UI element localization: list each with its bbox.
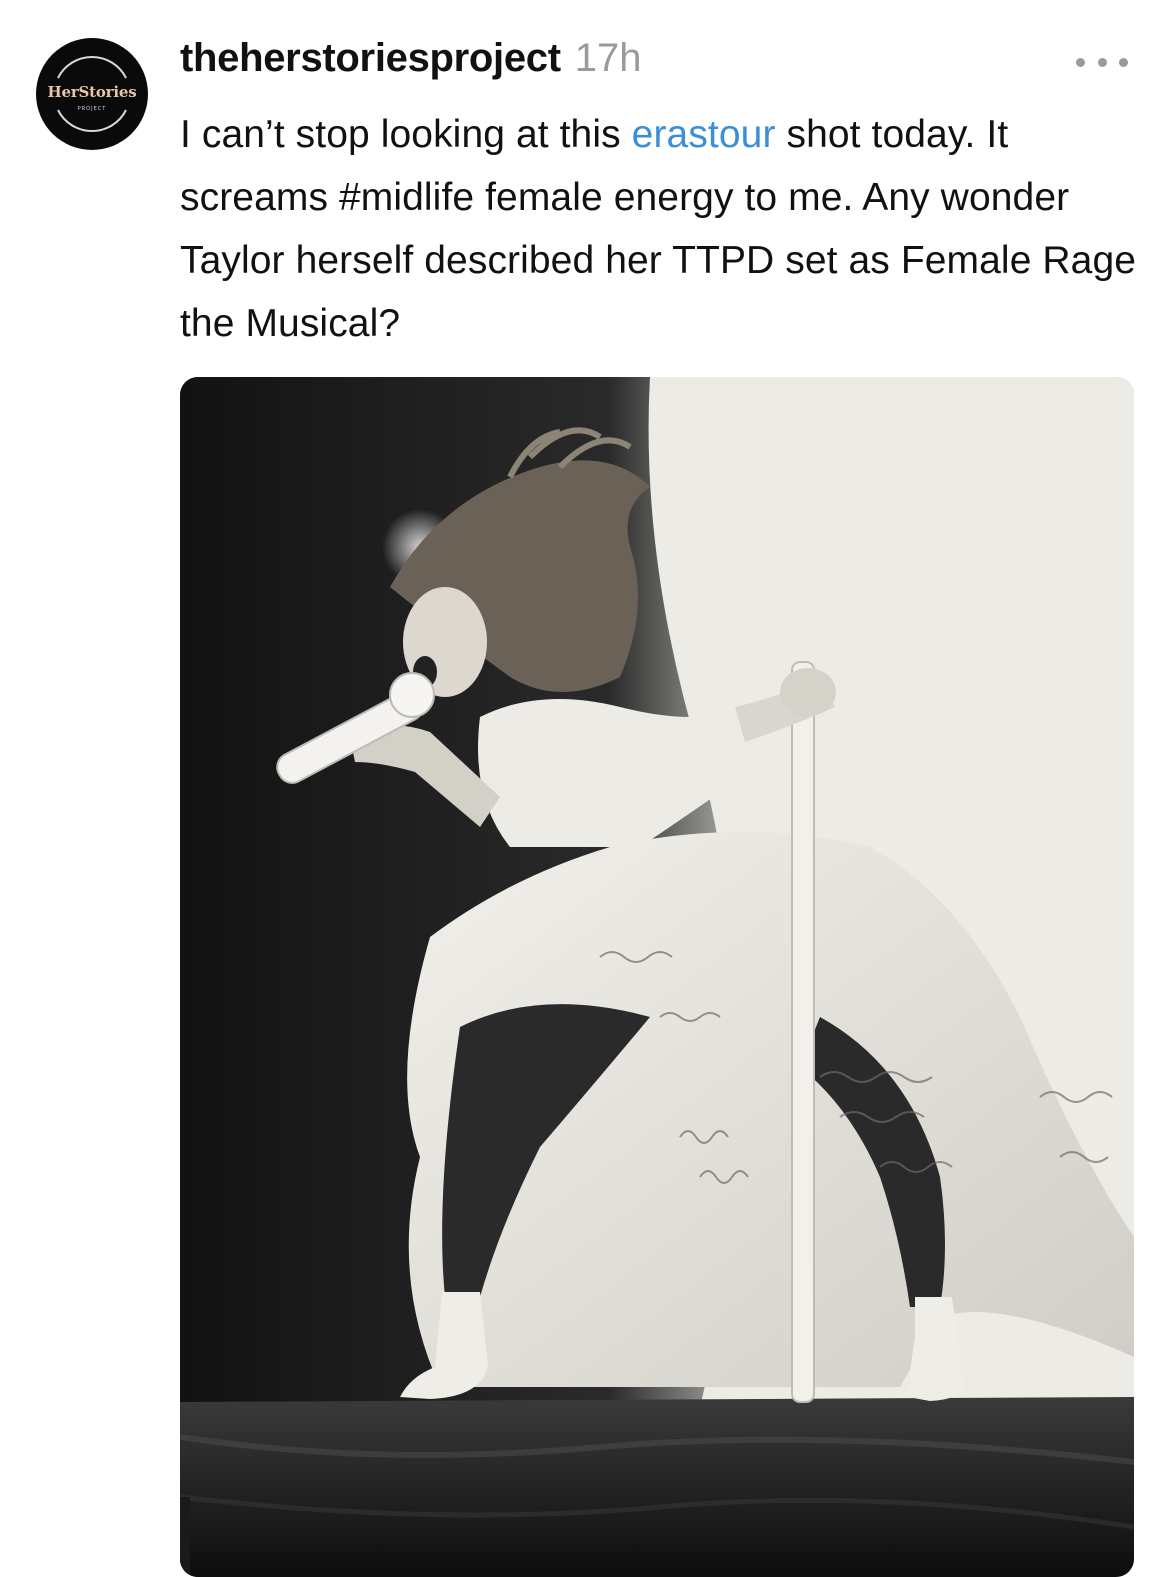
mic-stand: [791, 661, 815, 1403]
post-header: theherstoriesproject 17h: [180, 36, 642, 94]
more-horizontal-icon: [1119, 57, 1128, 67]
more-horizontal-icon: [1076, 57, 1085, 67]
hashtag-link[interactable]: erastour: [632, 113, 776, 156]
avatar[interactable]: HerStories PROJECT: [36, 38, 148, 150]
right-hand: [780, 668, 836, 716]
post-timestamp: 17h: [574, 36, 642, 80]
post-text: I can’t stop looking at this erastour sh…: [180, 103, 1140, 355]
microphone-head: [389, 672, 435, 718]
more-horizontal-icon: [1097, 57, 1107, 67]
stage-floor: [180, 1397, 1134, 1577]
avatar-subtitle: PROJECT: [77, 106, 107, 112]
post-text-start: I can’t stop looking at this: [180, 113, 632, 156]
concert-photo: [180, 377, 1134, 1577]
avatar-wordmark: HerStories: [47, 83, 137, 101]
username-link[interactable]: theherstoriesproject: [180, 36, 561, 81]
post-photo[interactable]: [180, 377, 1134, 1577]
more-options-button[interactable]: [1076, 52, 1128, 72]
